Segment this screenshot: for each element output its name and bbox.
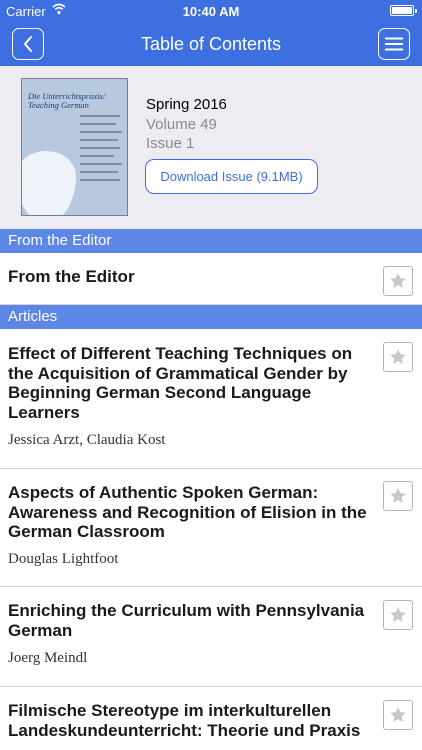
toc-row[interactable]: From the Editor xyxy=(0,253,422,305)
toc-row[interactable]: Enriching the Curriculum with Pennsylvan… xyxy=(0,587,422,687)
article-title: Filmische Stereotype im interkulturellen… xyxy=(8,701,361,740)
article-title: Aspects of Authentic Spoken German: Awar… xyxy=(8,483,367,541)
favorite-button[interactable] xyxy=(383,600,413,630)
cover-graphic xyxy=(22,151,76,215)
toc-row[interactable]: Filmische Stereotype im interkulturellen… xyxy=(0,687,422,750)
page-title: Table of Contents xyxy=(140,34,282,54)
cover-text-line xyxy=(80,171,118,173)
issue-season: Spring 2016 xyxy=(146,96,227,113)
hamburger-menu-icon xyxy=(385,37,403,51)
section-header-articles: Articles xyxy=(0,305,422,329)
article-authors: Jessica Arzt, Claudia Kost xyxy=(8,432,166,448)
nav-bar: Table of Contents xyxy=(0,22,422,66)
issue-volume: Volume 49 xyxy=(146,116,217,133)
star-icon xyxy=(390,349,406,364)
cover-text-line xyxy=(80,123,116,125)
menu-button[interactable] xyxy=(378,28,410,60)
cover-title: Die Unterrichtspraxis/ Teaching German xyxy=(28,91,106,110)
star-icon xyxy=(390,707,406,722)
favorite-button[interactable] xyxy=(383,266,413,296)
favorite-button[interactable] xyxy=(383,700,413,730)
cover-text-line xyxy=(80,115,120,117)
download-issue-button[interactable]: Download Issue (9.1MB) xyxy=(145,159,318,194)
favorite-button[interactable] xyxy=(383,342,413,372)
issue-cover-image[interactable]: Die Unterrichtspraxis/ Teaching German xyxy=(21,78,128,216)
favorite-button[interactable] xyxy=(383,481,413,511)
star-icon xyxy=(390,273,406,288)
star-icon xyxy=(390,607,406,622)
cover-text-line xyxy=(80,139,118,141)
article-title: From the Editor xyxy=(8,267,135,286)
cover-text-line xyxy=(80,179,120,181)
issue-number: Issue 1 xyxy=(146,135,195,152)
status-bar: Carrier 10:40 AM xyxy=(0,0,422,22)
cover-text-line xyxy=(80,147,120,149)
cover-text-line xyxy=(80,155,114,157)
article-authors: Douglas Lightfoot xyxy=(8,551,119,567)
article-title: Effect of Different Teaching Techniques … xyxy=(8,344,353,422)
section-header-from-the-editor: From the Editor xyxy=(0,229,422,253)
battery-icon xyxy=(390,5,417,16)
status-time: 10:40 AM xyxy=(182,4,240,19)
cover-text-line xyxy=(80,131,122,133)
issue-header: Die Unterrichtspraxis/ Teaching German S… xyxy=(0,66,422,229)
star-icon xyxy=(390,488,406,503)
toc-row[interactable]: Effect of Different Teaching Techniques … xyxy=(0,329,422,469)
issue-info: Spring 2016 Volume 49 Issue 1 xyxy=(146,96,227,152)
article-authors: Joerg Meindl xyxy=(8,650,88,666)
article-title: Enriching the Curriculum with Pennsylvan… xyxy=(8,601,365,640)
cover-text-line xyxy=(80,163,122,165)
toc-row[interactable]: Aspects of Authentic Spoken German: Awar… xyxy=(0,469,422,587)
